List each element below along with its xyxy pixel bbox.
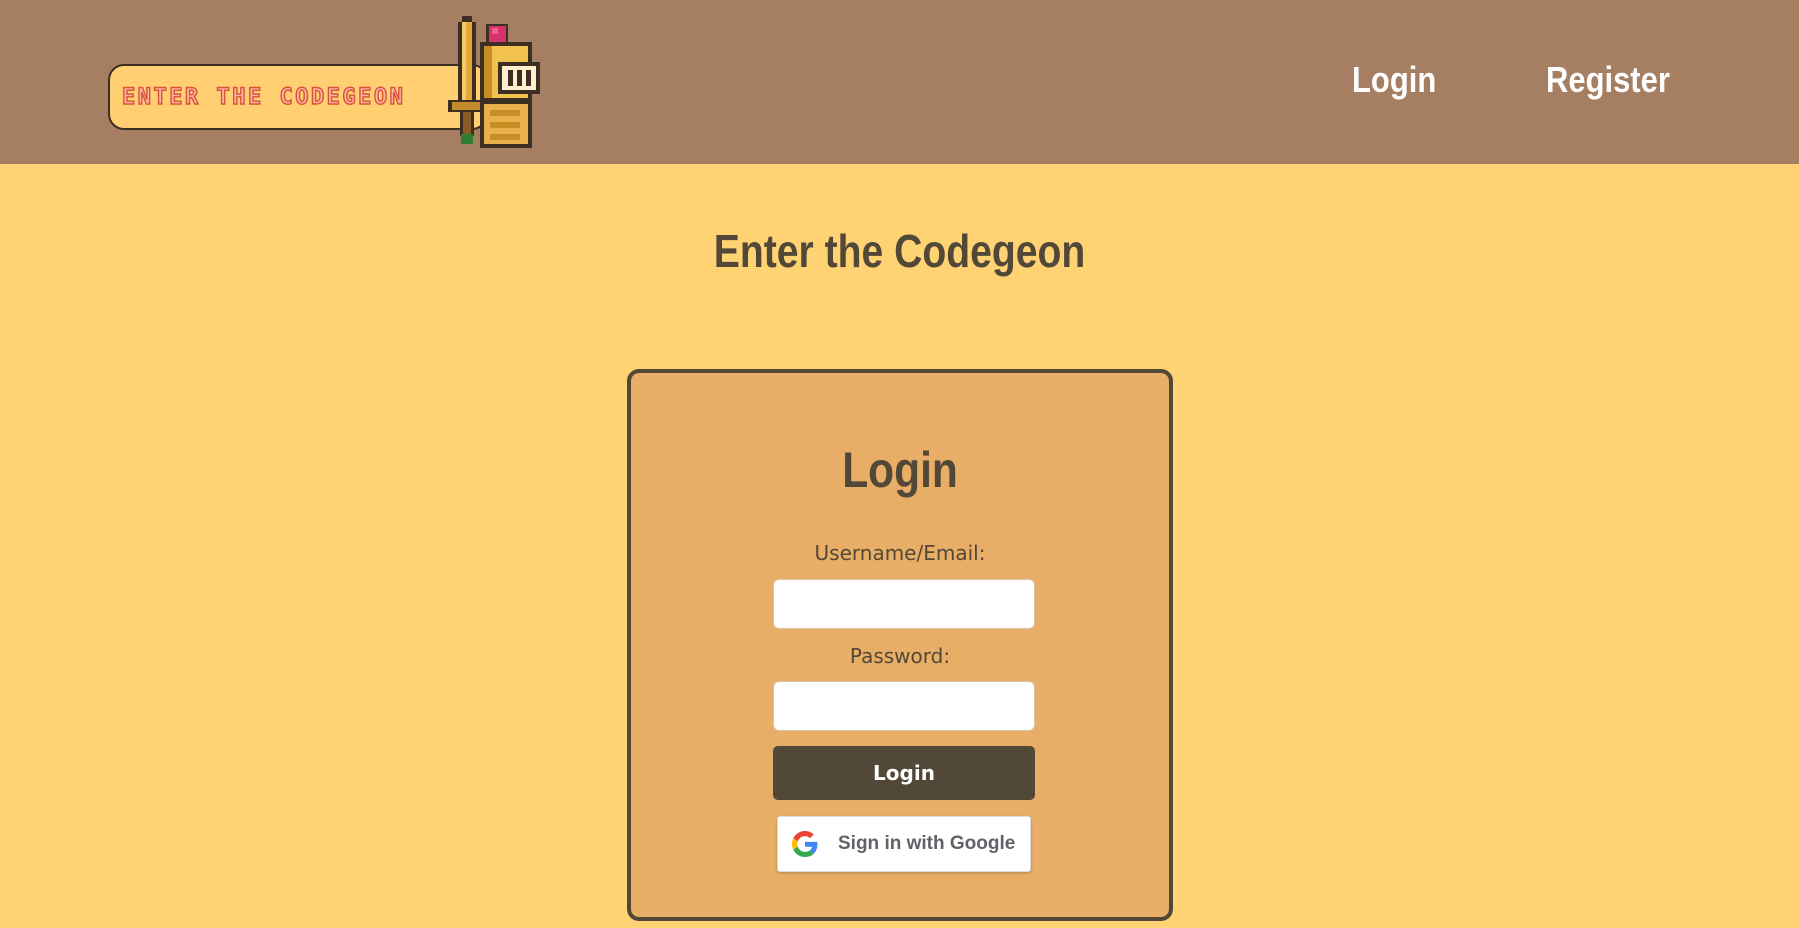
- password-field[interactable]: [773, 681, 1035, 731]
- login-button[interactable]: Login: [773, 746, 1035, 800]
- google-g-icon: [792, 831, 818, 857]
- site-logo[interactable]: ENTER THE CODEGEON: [108, 14, 558, 154]
- login-card-title: Login: [631, 445, 1169, 495]
- nav-login-link[interactable]: Login: [1352, 62, 1436, 98]
- logo-banner: ENTER THE CODEGEON: [108, 64, 488, 130]
- google-sign-in-button[interactable]: Sign in with Google: [777, 816, 1031, 872]
- login-card-title-text: Login: [842, 442, 958, 498]
- login-card: Login Username/Email: Password: Login Si…: [627, 369, 1173, 921]
- password-label: Password:: [849, 644, 951, 668]
- nav-register-link[interactable]: Register: [1546, 62, 1670, 98]
- page-title: Enter the Codegeon: [0, 226, 1799, 277]
- username-field[interactable]: [773, 579, 1035, 629]
- logo-text: ENTER THE CODEGEON: [121, 84, 406, 110]
- knight-icon: [448, 16, 540, 148]
- page-title-text: Enter the Codegeon: [713, 225, 1086, 277]
- site-header: ENTER THE CODEGEON Login Register: [0, 0, 1799, 164]
- google-sign-in-label: Sign in with Google: [838, 833, 1016, 854]
- username-label: Username/Email:: [814, 541, 986, 565]
